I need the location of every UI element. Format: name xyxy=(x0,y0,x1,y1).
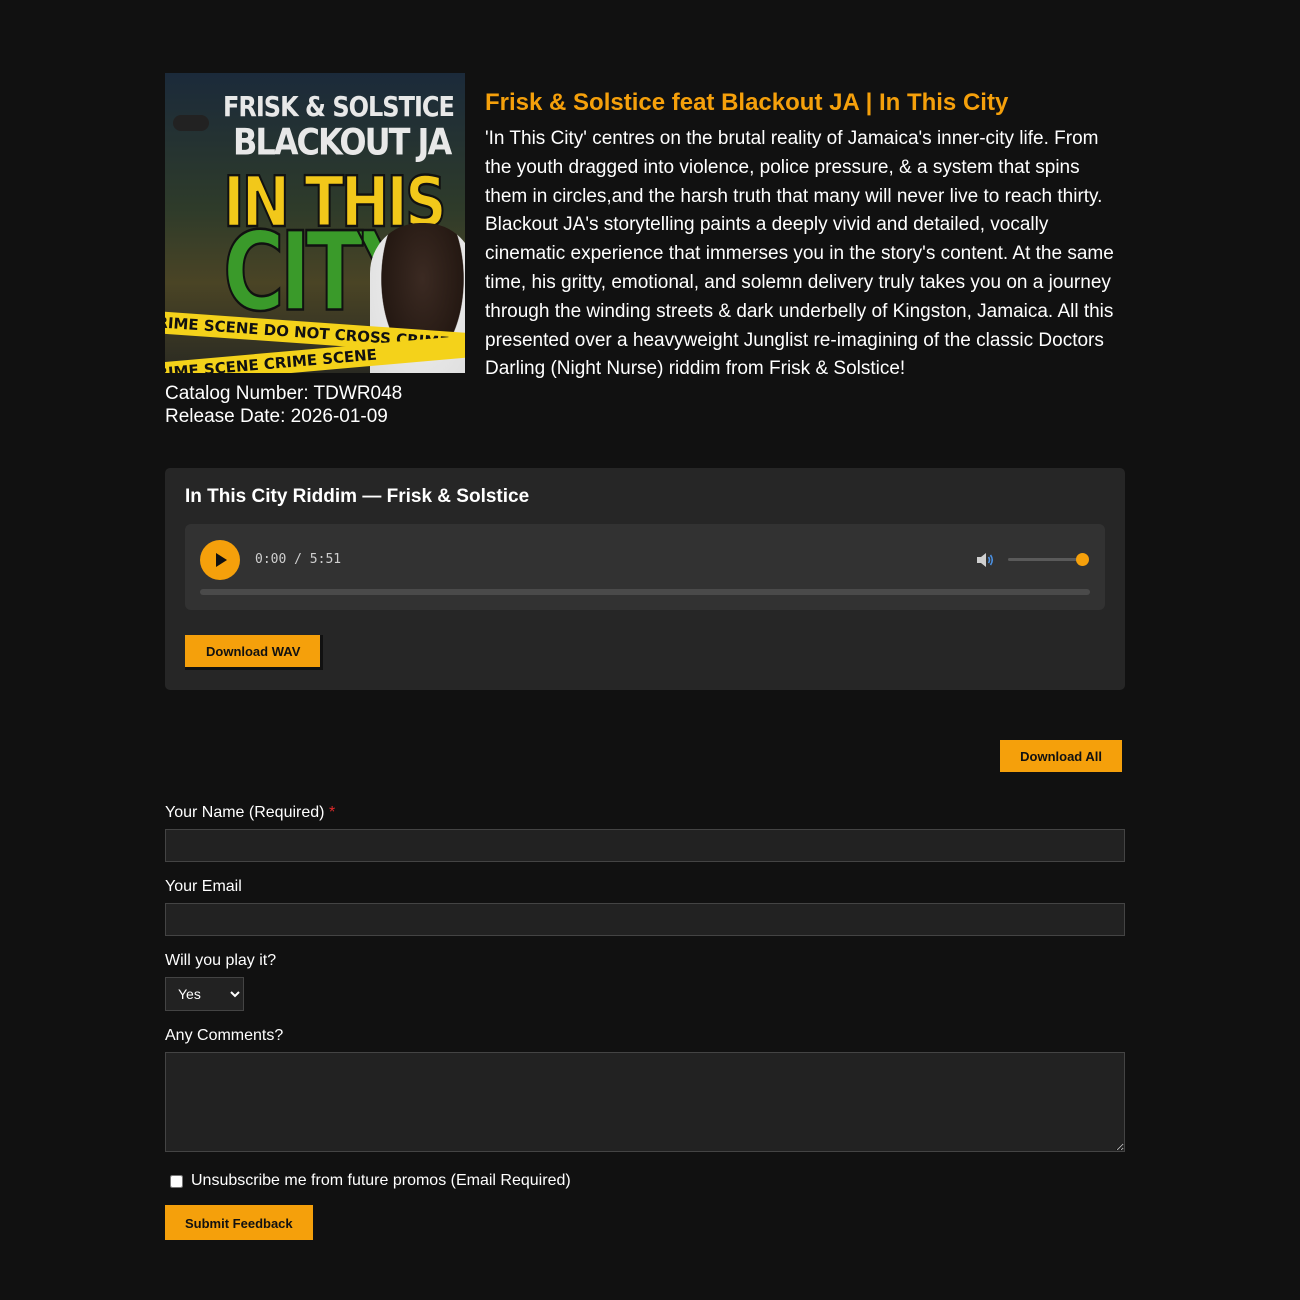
track-card: In This City Riddim — Frisk & Solstice 0… xyxy=(165,468,1125,690)
comments-label: Any Comments? xyxy=(165,1027,284,1044)
cover-column: FRISK & SOLSTICE BLACKOUT JA IN THIS CIT… xyxy=(165,73,465,428)
seek-bar[interactable] xyxy=(200,589,1090,595)
required-marker: * xyxy=(328,804,336,821)
page-content: FRISK & SOLSTICE BLACKOUT JA IN THIS CIT… xyxy=(165,73,1125,1240)
cover-artist-text: FRISK & SOLSTICE xyxy=(223,90,455,124)
name-field[interactable] xyxy=(165,829,1125,862)
email-label: Your Email xyxy=(165,878,242,895)
name-label-text: Your Name (Required) xyxy=(165,804,325,821)
volume-slider[interactable] xyxy=(1008,558,1082,561)
download-wav-button[interactable]: Download WAV xyxy=(185,635,324,670)
feedback-form: Your Name (Required) * Your Email Will y… xyxy=(165,803,1125,1240)
unsubscribe-checkbox[interactable] xyxy=(170,1174,183,1188)
audio-player: 0:00 / 5:51 xyxy=(185,524,1105,610)
release-meta: Catalog Number: TDWR048 Release Date: 20… xyxy=(165,382,465,428)
email-field[interactable] xyxy=(165,903,1125,936)
submit-feedback-button[interactable]: Submit Feedback xyxy=(165,1205,313,1240)
track-title: In This City Riddim — Frisk & Solstice xyxy=(185,486,530,507)
album-cover: FRISK & SOLSTICE BLACKOUT JA IN THIS CIT… xyxy=(165,73,465,373)
comments-field[interactable] xyxy=(165,1052,1125,1152)
catalog-number: Catalog Number: TDWR048 xyxy=(165,383,403,404)
play-label: Will you play it? xyxy=(165,952,277,969)
release-info: Frisk & Solstice feat Blackout JA | In T… xyxy=(485,73,1125,428)
release-title: Frisk & Solstice feat Blackout JA | In T… xyxy=(485,89,1009,116)
download-all-row: Download All xyxy=(165,740,1125,775)
download-all-button[interactable]: Download All xyxy=(1000,740,1125,775)
release-description: 'In This City' centres on the brutal rea… xyxy=(485,128,1114,380)
play-button[interactable] xyxy=(200,540,240,580)
volume-icon[interactable] xyxy=(975,550,995,570)
unsubscribe-label: Unsubscribe me from future promos (Email… xyxy=(191,1172,571,1189)
time-display: 0:00 / 5:51 xyxy=(255,552,342,567)
unsubscribe-row: Unsubscribe me from future promos (Email… xyxy=(165,1172,1125,1190)
volume-knob[interactable] xyxy=(1075,553,1089,566)
name-label: Your Name (Required) * xyxy=(165,803,1125,823)
cover-feature-text: BLACKOUT JA xyxy=(233,120,452,164)
play-select[interactable]: Yes xyxy=(165,977,244,1011)
release-header: FRISK & SOLSTICE BLACKOUT JA IN THIS CIT… xyxy=(165,73,1125,428)
helicopter-graphic xyxy=(173,115,209,131)
release-date: Release Date: 2026-01-09 xyxy=(165,406,388,427)
